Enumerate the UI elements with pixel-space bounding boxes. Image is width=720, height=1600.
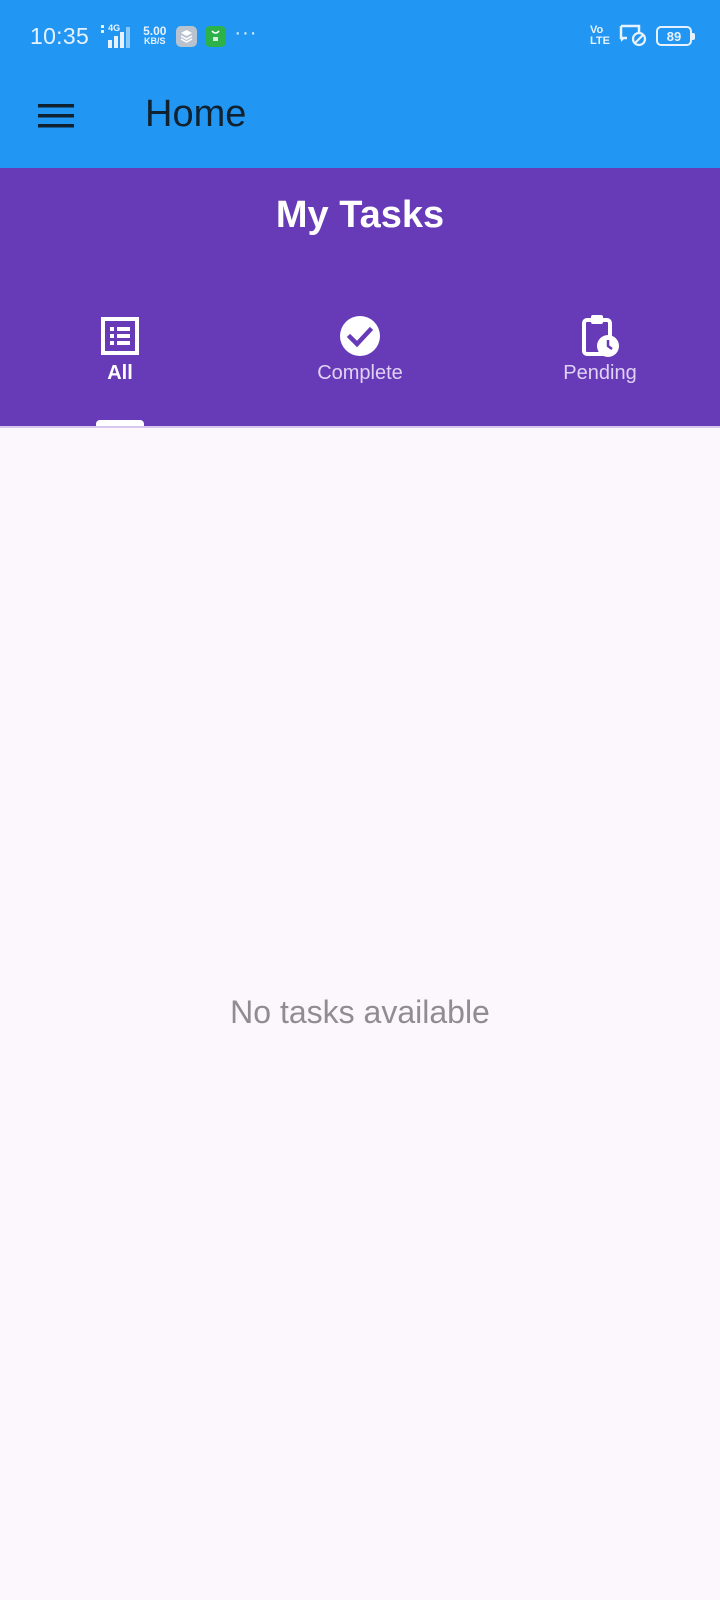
clipboard-clock-icon	[580, 314, 620, 358]
tab-pending[interactable]: Pending	[480, 314, 720, 426]
tab-all-label: All	[107, 362, 133, 384]
list-icon	[101, 314, 139, 358]
task-list-area: No tasks available	[0, 428, 720, 1600]
volte-indicator: Vo LTE	[590, 25, 610, 47]
status-bar: 10:35 4G 5.00 KB/S ··· Vo LTE 89	[0, 0, 720, 72]
battery-icon: 89	[656, 26, 695, 46]
check-circle-icon	[339, 314, 381, 358]
menu-button[interactable]	[28, 90, 84, 146]
cast-off-icon	[618, 21, 648, 52]
page-title: Home	[145, 93, 247, 135]
status-right: Vo LTE 89	[590, 21, 695, 52]
green-app-icon	[205, 25, 227, 47]
speed-value: 5.00	[143, 24, 167, 38]
network-speed: 5.00 KB/S	[143, 24, 167, 46]
tasks-header: My Tasks All Complete Pending	[0, 168, 720, 426]
more-notifications-icon: ···	[234, 21, 258, 44]
network-type: 4G	[108, 23, 121, 33]
tab-complete[interactable]: Complete	[240, 314, 480, 426]
volte-bottom: LTE	[590, 35, 610, 47]
layers-app-icon	[176, 25, 198, 47]
app-bar: Home	[0, 72, 720, 168]
empty-state-message: No tasks available	[230, 994, 490, 1030]
signal-icon: 4G	[99, 22, 137, 50]
status-time: 10:35	[30, 22, 90, 49]
hamburger-menu-icon	[37, 102, 75, 135]
tab-complete-label: Complete	[317, 362, 403, 384]
tasks-title: My Tasks	[275, 194, 445, 236]
speed-unit: KB/S	[143, 36, 166, 46]
tab-bar: All Complete Pending	[0, 314, 720, 426]
tab-pending-label: Pending	[563, 362, 637, 384]
tab-all[interactable]: All	[0, 314, 240, 426]
battery-level: 89	[666, 28, 682, 44]
status-left: 10:35 4G 5.00 KB/S ···	[30, 20, 257, 52]
